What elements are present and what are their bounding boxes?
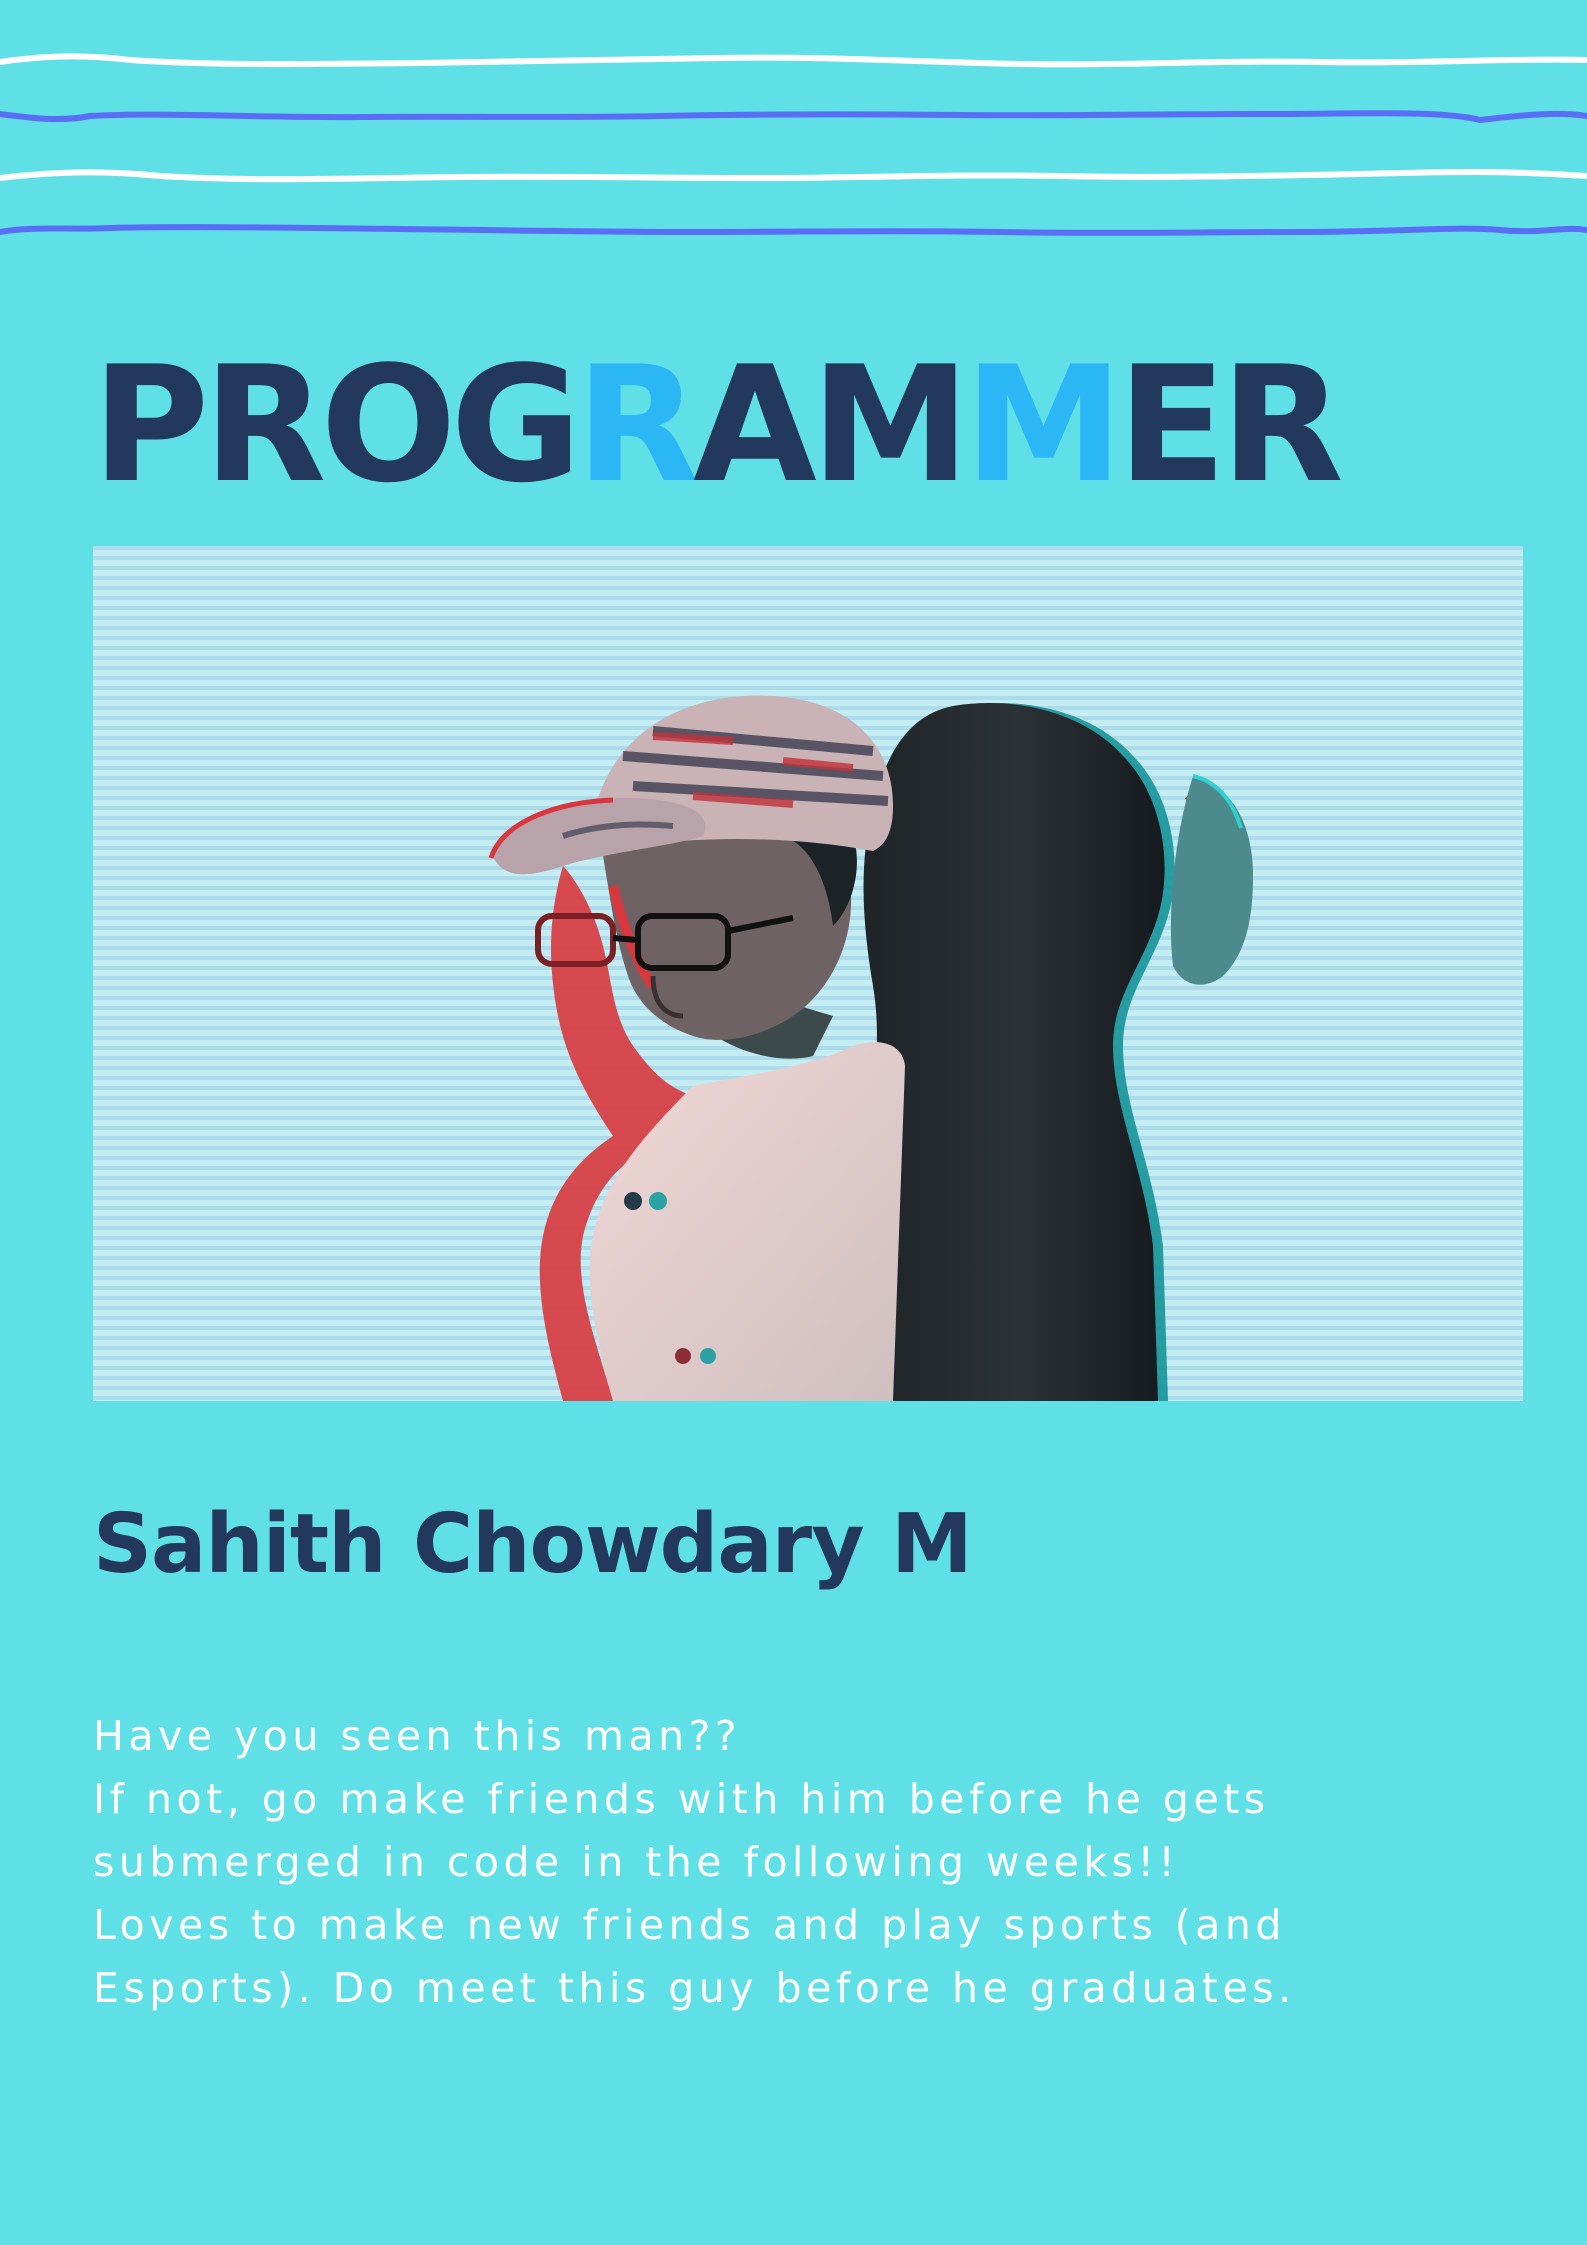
wave-line-blue-1 [0,110,1587,124]
decorative-wave-lines [0,53,1587,236]
bio-line: If not, go make friends with him before … [93,1775,1270,1823]
wave-line-white-2 [0,169,1587,183]
title-letters: PROG [92,331,582,518]
bio-line: Loves to make new friends and play sport… [93,1901,1286,1949]
person-name: Sahith Chowdary M [93,1497,973,1592]
bio-line: submerged in code in the following weeks… [93,1838,1180,1886]
wave-line-white-1 [0,53,1587,68]
bio-line: Esports). Do meet this guy before he gra… [93,1964,1296,2012]
wave-line-blue-2 [0,224,1587,236]
bio-line: Have you seen this man?? [93,1712,742,1760]
title-highlight-letters: M [964,331,1123,518]
title-letters: ER [1117,331,1343,518]
bio-paragraph: Have you seen this man?? If not, go make… [93,1705,1473,2020]
glitch-portrait-image [93,546,1523,1401]
title-letters: AM [693,331,970,518]
title-highlight-letters: R [575,331,699,518]
page-title: PROGRAMMER [92,345,1344,505]
